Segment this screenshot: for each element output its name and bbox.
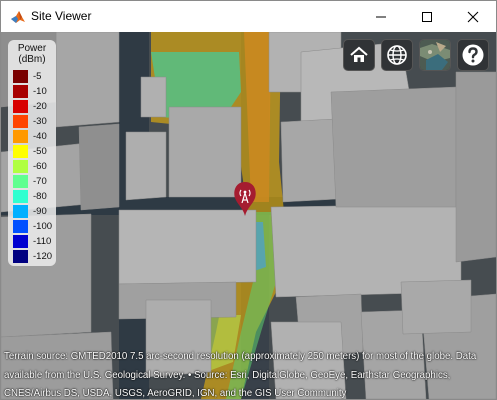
legend-entry: -5 xyxy=(13,70,55,83)
legend-entry: -110 xyxy=(13,235,55,248)
home-button[interactable] xyxy=(343,39,375,71)
legend-label: -100 xyxy=(33,221,53,232)
globe-button[interactable] xyxy=(381,39,413,71)
legend-label: -90 xyxy=(33,206,47,217)
site-viewer-window: Site Viewer Power (dBm) -5 -10 -20 -30 -… xyxy=(0,0,497,400)
legend-label: -80 xyxy=(33,191,47,202)
attribution-credits: Terrain source: GMTED2010 7.5 arc-second… xyxy=(4,351,477,399)
legend-swatch xyxy=(13,220,28,233)
legend-swatch xyxy=(13,160,28,173)
legend-swatch xyxy=(13,145,28,158)
legend-label: -60 xyxy=(33,161,47,172)
basemap-thumbnail-icon xyxy=(420,40,450,70)
map-viewer[interactable]: Power (dBm) -5 -10 -20 -30 -40 -50 -60 -70 -80 -9… xyxy=(1,32,496,399)
legend-entry: -100 xyxy=(13,220,55,233)
legend-label: -5 xyxy=(33,71,42,82)
legend-entry: -120 xyxy=(13,250,55,263)
home-icon xyxy=(350,46,368,62)
legend-label: -50 xyxy=(33,146,47,157)
matlab-logo-icon xyxy=(11,11,25,23)
map-scene[interactable] xyxy=(1,32,496,399)
legend-swatch xyxy=(13,70,28,83)
legend-swatch xyxy=(13,130,28,143)
legend-swatch xyxy=(13,190,28,203)
maximize-icon xyxy=(422,11,432,22)
close-button[interactable] xyxy=(450,1,496,32)
legend-title-line2: (dBm) xyxy=(18,54,46,65)
legend-swatch xyxy=(13,85,28,98)
legend-entry: -40 xyxy=(13,130,55,143)
maximize-button[interactable] xyxy=(404,1,450,32)
legend-label: -40 xyxy=(33,131,47,142)
legend-entry: -60 xyxy=(13,160,55,173)
legend-entry: -30 xyxy=(13,115,55,128)
question-mark-icon xyxy=(462,44,484,66)
minimize-button[interactable] xyxy=(358,1,404,32)
legend-label: -120 xyxy=(33,251,53,262)
legend-label: -30 xyxy=(33,116,47,127)
legend-entry: -70 xyxy=(13,175,55,188)
legend-entry: -90 xyxy=(13,205,55,218)
power-legend: Power (dBm) -5 -10 -20 -30 -40 -50 -60 -70 -80 -9… xyxy=(8,40,56,266)
legend-entry: -80 xyxy=(13,190,55,203)
legend-swatch xyxy=(13,115,28,128)
window-title: Site Viewer xyxy=(31,9,92,23)
globe-icon xyxy=(387,45,407,65)
legend-label: -110 xyxy=(33,236,52,247)
legend-swatch xyxy=(13,175,28,188)
legend-label: -70 xyxy=(33,176,47,187)
legend-title-line1: Power xyxy=(17,43,47,54)
legend-entry: -10 xyxy=(13,85,55,98)
title-bar[interactable]: Site Viewer xyxy=(1,1,496,32)
legend-swatch xyxy=(13,205,28,218)
close-icon xyxy=(467,11,479,22)
legend-swatch xyxy=(13,100,28,113)
legend-entry: -50 xyxy=(13,145,55,158)
minimize-icon xyxy=(376,16,386,17)
legend-title: Power (dBm) xyxy=(8,43,56,65)
legend-swatch xyxy=(13,250,28,263)
legend-swatch xyxy=(13,235,28,248)
legend-label: -20 xyxy=(33,101,47,112)
legend-entry: -20 xyxy=(13,100,55,113)
legend-label: -10 xyxy=(33,86,47,97)
basemap-button[interactable] xyxy=(419,39,451,71)
help-button[interactable] xyxy=(457,39,489,71)
